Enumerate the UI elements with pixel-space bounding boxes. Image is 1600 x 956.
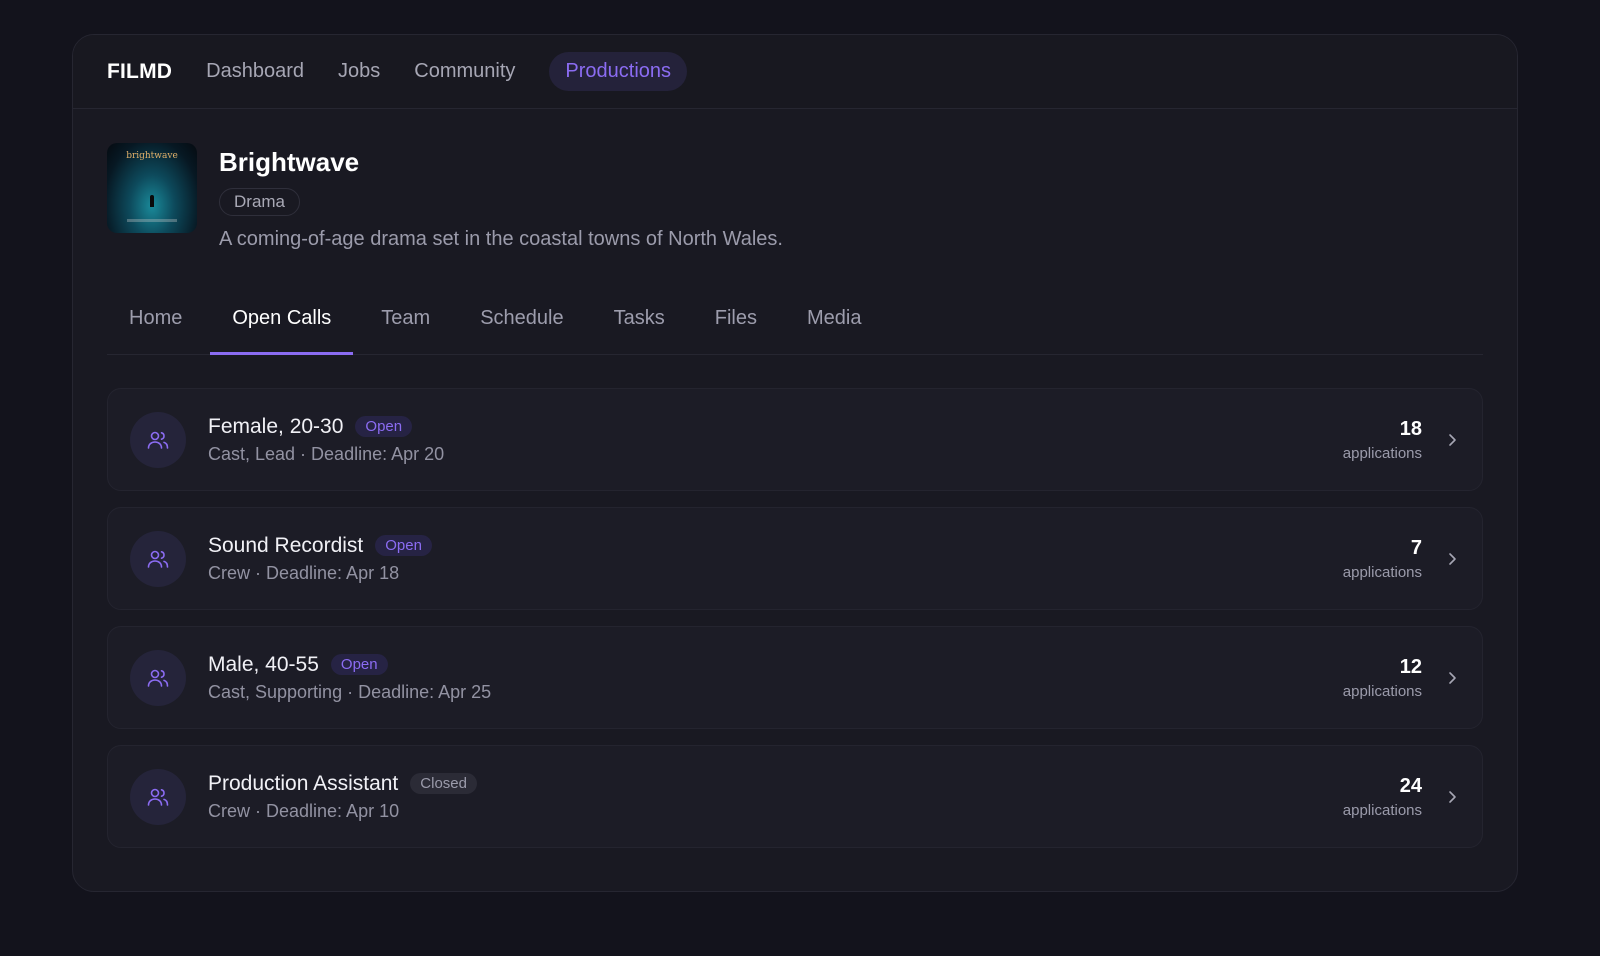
tab-home[interactable]: Home [107, 295, 204, 355]
users-icon [130, 411, 186, 468]
open-call-subtitle: Cast, Supporting · Deadline: Apr 25 [208, 681, 492, 702]
status-badge: Open [375, 535, 432, 556]
users-icon [130, 768, 186, 825]
open-call-subtitle: Crew · Deadline: Apr 18 [208, 562, 400, 583]
status-badge: Closed [410, 773, 477, 794]
open-call-row[interactable]: Production Assistant Closed Crew · Deadl… [107, 745, 1483, 848]
application-count: 18 applications [1343, 418, 1422, 462]
application-count: 12 applications [1343, 656, 1422, 700]
genre-tag: Drama [219, 188, 301, 216]
tab-team[interactable]: Team [359, 295, 452, 355]
application-count-number: 18 [1399, 417, 1422, 440]
open-call-subtitle: Crew · Deadline: Apr 10 [208, 800, 400, 821]
chevron-right-icon[interactable] [1444, 551, 1460, 567]
application-count-number: 24 [1399, 774, 1422, 797]
application-count-number: 7 [1410, 536, 1422, 559]
app-window: FILMD Dashboard Jobs Community Productio… [72, 34, 1518, 892]
application-count: 7 applications [1343, 537, 1422, 581]
production-tabs: Home Open Calls Team Schedule Tasks File… [107, 295, 1483, 355]
poster-title: brightwave [126, 151, 178, 161]
production-info: Brightwave Drama A coming-of-age drama s… [219, 143, 783, 251]
nav-dashboard[interactable]: Dashboard [206, 60, 304, 83]
tab-open-calls[interactable]: Open Calls [210, 295, 354, 355]
nav-community[interactable]: Community [414, 60, 515, 83]
production-poster: brightwave [107, 143, 197, 233]
open-call-details: Sound Recordist Open Crew · Deadline: Ap… [208, 534, 1343, 584]
open-call-row[interactable]: Sound Recordist Open Crew · Deadline: Ap… [107, 507, 1483, 610]
open-calls-list: Female, 20-30 Open Cast, Lead · Deadline… [107, 388, 1483, 848]
application-count: 24 applications [1343, 775, 1422, 819]
open-call-title: Male, 40-55 [208, 652, 319, 676]
tab-media[interactable]: Media [785, 295, 883, 355]
open-call-details: Female, 20-30 Open Cast, Lead · Deadline… [208, 415, 1343, 465]
open-call-row[interactable]: Female, 20-30 Open Cast, Lead · Deadline… [107, 388, 1483, 491]
application-count-label: applications [1342, 682, 1422, 700]
nav-jobs[interactable]: Jobs [338, 60, 380, 83]
brand-logo[interactable]: FILMD [107, 60, 172, 84]
application-count-label: applications [1342, 801, 1422, 819]
chevron-right-icon[interactable] [1444, 670, 1460, 686]
poster-figure [150, 195, 154, 207]
open-call-title: Sound Recordist [208, 533, 364, 557]
users-icon [130, 649, 186, 706]
open-call-row[interactable]: Male, 40-55 Open Cast, Supporting · Dead… [107, 626, 1483, 729]
application-count-label: applications [1342, 563, 1422, 581]
application-count-number: 12 [1399, 655, 1422, 678]
open-call-title: Production Assistant [208, 771, 399, 795]
open-call-subtitle: Cast, Lead · Deadline: Apr 20 [208, 443, 445, 464]
application-count-label: applications [1342, 444, 1422, 462]
production-title: Brightwave [219, 147, 360, 177]
status-badge: Open [355, 416, 413, 437]
open-call-details: Production Assistant Closed Crew · Deadl… [208, 772, 1343, 822]
top-navigation: FILMD Dashboard Jobs Community Productio… [73, 35, 1517, 109]
status-badge: Open [330, 654, 388, 675]
poster-credits [127, 219, 177, 222]
open-call-title: Female, 20-30 [208, 414, 344, 438]
tab-schedule[interactable]: Schedule [458, 295, 585, 355]
production-description: A coming-of-age drama set in the coastal… [219, 228, 783, 250]
chevron-right-icon[interactable] [1444, 789, 1460, 805]
production-header: brightwave Brightwave Drama A coming-of-… [73, 109, 1517, 251]
tab-tasks[interactable]: Tasks [592, 295, 687, 355]
open-call-details: Male, 40-55 Open Cast, Supporting · Dead… [208, 653, 1343, 703]
users-icon [130, 530, 186, 587]
nav-productions[interactable]: Productions [549, 52, 688, 91]
tab-files[interactable]: Files [693, 295, 779, 355]
chevron-right-icon[interactable] [1444, 432, 1460, 448]
